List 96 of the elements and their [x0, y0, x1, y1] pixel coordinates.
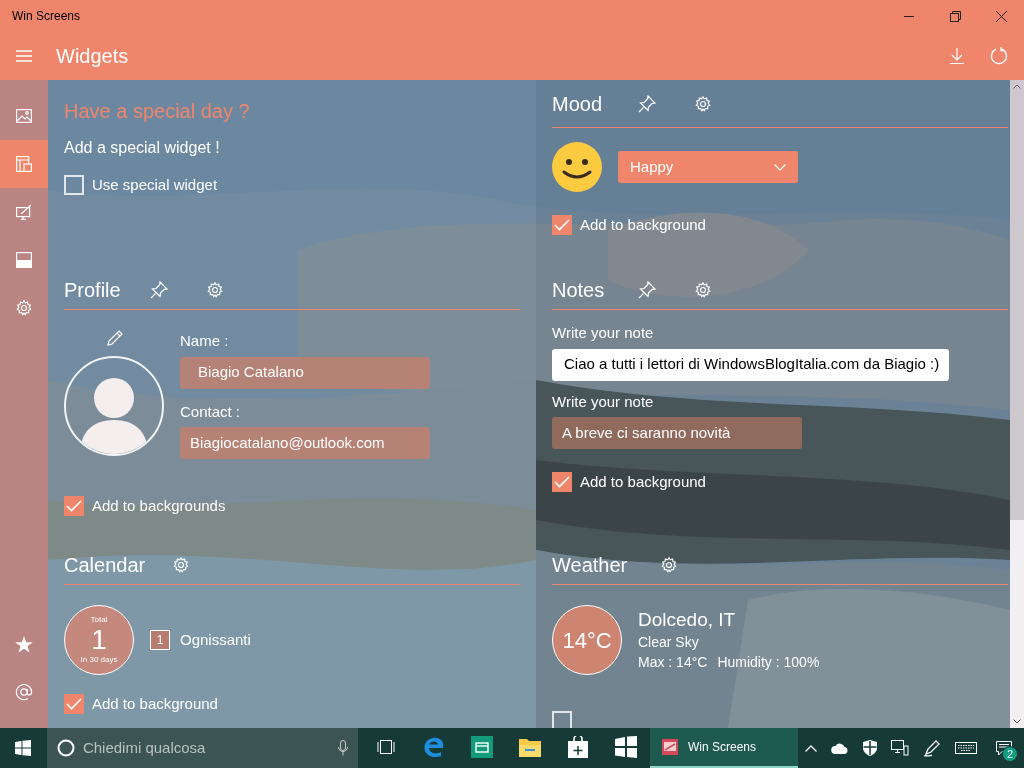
widgets-icon — [16, 156, 32, 172]
settings-icon — [172, 555, 190, 574]
app-icon — [662, 739, 678, 755]
network-icon — [891, 740, 909, 756]
minimize-icon — [904, 15, 914, 17]
chevron-down-icon — [774, 163, 786, 171]
section-title: Mood — [552, 91, 604, 117]
condition-label: Clear Sky — [638, 633, 700, 652]
cloud-icon — [831, 742, 849, 754]
chevron-up-icon — [805, 744, 817, 752]
location-label: Dolcedo, IT — [638, 608, 737, 632]
star-icon — [15, 635, 33, 653]
tiles-icon — [615, 736, 637, 758]
settings-button[interactable] — [694, 94, 712, 113]
checkbox-label: Add to background — [580, 215, 706, 235]
event-name: Ognissanti — [180, 629, 251, 650]
store-bag-icon — [568, 736, 588, 758]
scrollbar[interactable] — [1010, 80, 1024, 728]
picture-icon — [16, 109, 32, 123]
settings-button[interactable] — [660, 555, 678, 574]
close-icon — [995, 10, 1007, 22]
pin-button[interactable] — [638, 280, 656, 299]
at-sign-icon — [15, 683, 33, 701]
total-label: Total — [90, 615, 108, 625]
search-input[interactable]: Chiedimi qualcosa — [82, 736, 338, 760]
field-label: Contact : — [180, 401, 242, 422]
note-field[interactable]: Ciao a tutti i lettori di WindowsBlogItalia.com da Biagio :) — [552, 348, 949, 381]
checkbox[interactable] — [64, 694, 84, 715]
pin-button[interactable] — [150, 280, 168, 299]
cortana-icon — [56, 739, 75, 757]
scroll-up-icon — [1013, 84, 1021, 89]
checkbox-label: Add to backgrounds — [92, 496, 226, 516]
smiley-icon — [552, 142, 602, 192]
settings-icon — [694, 94, 712, 113]
scroll-down-icon — [1013, 719, 1021, 724]
checkbox[interactable] — [64, 175, 84, 196]
special-title: Have a special day ? — [64, 99, 251, 124]
settings-icon — [660, 555, 678, 574]
pin-button[interactable] — [638, 94, 656, 113]
settings-button[interactable] — [172, 555, 190, 574]
pencil-icon — [107, 330, 123, 346]
shield-icon — [863, 740, 877, 756]
page-title: Widgets — [56, 44, 129, 69]
windows-logo-icon — [15, 740, 32, 756]
action-center-button[interactable]: 2 — [984, 728, 1024, 768]
edit-button[interactable] — [107, 330, 123, 346]
restore-icon — [949, 10, 961, 22]
total-count: 1 — [91, 625, 107, 655]
settings-icon — [694, 280, 712, 299]
mood-dropdown[interactable]: Happy — [618, 151, 798, 183]
checkbox[interactable] — [552, 215, 572, 236]
monitor-pen-icon — [16, 204, 32, 220]
message-icon — [996, 740, 1012, 756]
checkbox-label: Add to background — [580, 472, 706, 492]
taskbar-app[interactable]: Win Screens — [650, 728, 798, 768]
menu-icon — [16, 50, 32, 62]
folder-icon — [519, 737, 541, 757]
pin-icon — [150, 280, 168, 299]
keyboard-icon — [955, 742, 977, 754]
checkbox-label: Add to background — [92, 694, 218, 714]
notification-badge: 2 — [1002, 746, 1018, 762]
browser-e-icon — [423, 736, 445, 758]
checkbox[interactable] — [552, 472, 572, 493]
field-label: Write your note — [552, 323, 655, 343]
section-title: Calendar — [64, 552, 147, 578]
pen-icon — [923, 739, 941, 757]
settings-icon — [16, 300, 32, 316]
checkbox-label: Use special widget — [92, 175, 218, 195]
field-label: Name : — [180, 331, 230, 351]
layout-icon — [16, 252, 32, 268]
humidity-label: Humidity : 100% — [717, 653, 820, 672]
field-label: Write your note — [552, 391, 655, 412]
section-title: Weather — [552, 552, 629, 578]
pin-icon — [638, 280, 656, 299]
microphone-icon — [338, 740, 348, 756]
settings-button[interactable] — [694, 280, 712, 299]
settings-button[interactable] — [206, 280, 224, 299]
pin-icon — [638, 94, 656, 113]
sidebar-item[interactable] — [0, 140, 48, 188]
name-field[interactable]: Biagio Catalano — [180, 356, 430, 389]
section-title: Notes — [552, 277, 606, 303]
window-title: Win Screens — [12, 8, 81, 25]
settings-icon — [206, 280, 224, 299]
download-icon — [950, 48, 964, 64]
section-title: Profile — [64, 277, 122, 303]
note-field[interactable]: A breve ci saranno novità — [552, 417, 802, 449]
event-count: 1 — [150, 630, 170, 650]
period-label: In 30 days — [80, 655, 118, 665]
refresh-icon — [990, 47, 1008, 65]
search-field[interactable]: Chiedimi qualcosa — [46, 728, 358, 768]
contact-field[interactable]: Biagiocatalano@outlook.com — [180, 427, 430, 459]
max-temperature-label: Max : 14°C — [638, 653, 708, 672]
special-subtitle: Add a special widget ! — [64, 138, 221, 158]
task-view-icon — [377, 740, 395, 754]
app-icon — [471, 736, 493, 758]
checkbox[interactable] — [64, 496, 84, 517]
